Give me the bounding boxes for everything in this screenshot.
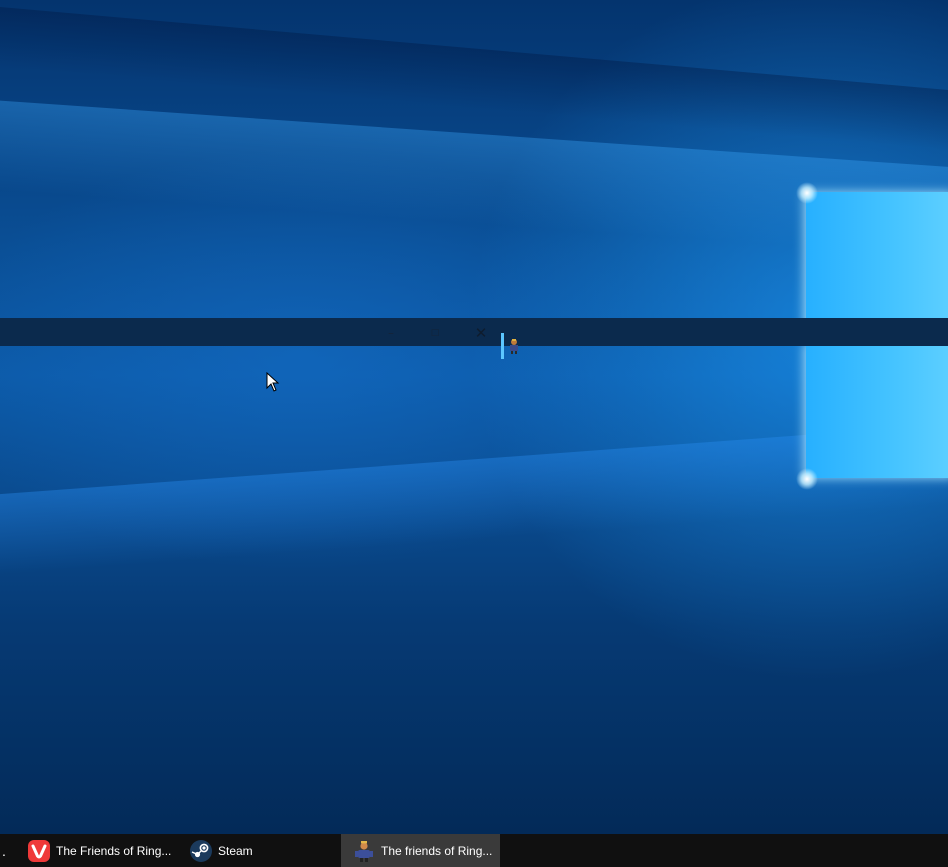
taskbar-item-label: Steam: [218, 843, 253, 858]
close-button[interactable]: ✕: [472, 325, 490, 341]
taskbar-item-label: The friends of Ring...: [381, 843, 493, 858]
windows-logo-pane-top: [806, 192, 948, 330]
light-flare: [796, 182, 818, 204]
taskbar-item-friends-of-ringo[interactable]: The friends of Ring...: [341, 834, 500, 867]
vivaldi-icon: [28, 839, 50, 862]
game-character-icon: [355, 840, 373, 862]
taskbar-item-steam[interactable]: Steam: [190, 834, 330, 867]
maximize-button[interactable]: □: [426, 325, 444, 341]
desktop-wallpaper: [0, 0, 948, 834]
mouse-cursor-icon: [266, 372, 280, 392]
minimize-button[interactable]: –: [382, 325, 400, 341]
taskbar-overflow[interactable]: .: [0, 834, 20, 867]
taskbar-item-vivaldi[interactable]: The Friends of Ring...: [28, 834, 178, 867]
window-edge-highlight: [501, 333, 504, 359]
game-character-icon[interactable]: [508, 338, 520, 354]
light-flare: [796, 468, 818, 490]
taskbar-item-label: The Friends of Ring...: [56, 843, 172, 858]
taskbar: . The Friends of Ring... Steam The frien…: [0, 834, 948, 867]
steam-icon: [190, 839, 212, 862]
windows-logo-pane-bottom: [806, 343, 948, 478]
